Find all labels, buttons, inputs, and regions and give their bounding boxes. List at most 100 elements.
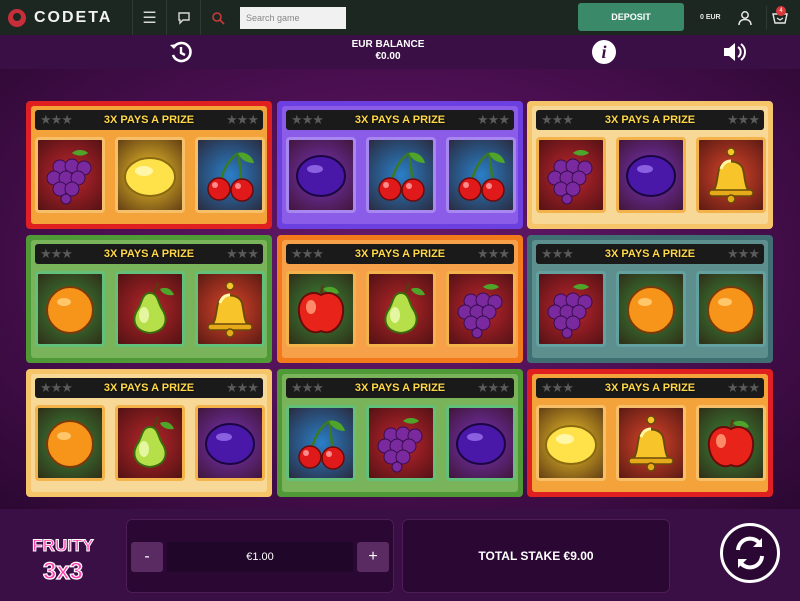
bell-icon: [200, 279, 260, 339]
menu-icon[interactable]: ☰: [132, 0, 166, 35]
prize-banner-text: 3X PAYS A PRIZE: [103, 114, 195, 126]
grapes-icon: [541, 279, 601, 339]
symbol-cell[interactable]: [446, 137, 516, 213]
scratch-card-4: ★★★ 3X PAYS A PRIZE ★★★: [26, 235, 272, 363]
symbol-cell[interactable]: [286, 137, 356, 213]
symbol-cell[interactable]: [35, 137, 105, 213]
prize-banner-text: 3X PAYS A PRIZE: [604, 382, 696, 394]
grapes-icon: [451, 279, 511, 339]
symbol-cell[interactable]: [35, 405, 105, 481]
account-balance: 0 EUR: [700, 14, 721, 21]
spin-button[interactable]: [720, 523, 780, 583]
prize-banner: ★★★ 3X PAYS A PRIZE ★★★: [286, 378, 514, 398]
symbol-cell[interactable]: [195, 405, 265, 481]
symbol-cell[interactable]: [115, 271, 185, 347]
scratch-card-7: ★★★ 3X PAYS A PRIZE ★★★: [26, 369, 272, 497]
prize-banner-text: 3X PAYS A PRIZE: [103, 248, 195, 260]
symbol-cell[interactable]: [696, 137, 766, 213]
search-input[interactable]: [240, 6, 346, 29]
scratch-card-5: ★★★ 3X PAYS A PRIZE ★★★: [277, 235, 523, 363]
game-logo-line1: FRUITY: [32, 536, 94, 555]
prize-banner: ★★★ 3X PAYS A PRIZE ★★★: [536, 244, 764, 264]
stars-right-icon: ★★★: [226, 380, 259, 395]
stake-value: €1.00: [167, 542, 353, 572]
apple-icon: [291, 279, 351, 339]
brand-name: CODETA: [34, 8, 113, 26]
cherries-icon: [200, 145, 260, 205]
game-logo: FRUITY 3x3: [22, 525, 104, 589]
spin-icon: [736, 536, 764, 570]
balance-display: EUR BALANCE €0.00: [0, 39, 776, 63]
prize-banner-text: 3X PAYS A PRIZE: [604, 248, 696, 260]
prize-banner: ★★★ 3X PAYS A PRIZE ★★★: [286, 110, 514, 130]
increase-stake-button[interactable]: +: [357, 542, 389, 572]
cherries-icon: [371, 145, 431, 205]
symbol-cell[interactable]: [286, 271, 356, 347]
deposit-button[interactable]: DEPOSIT: [578, 3, 684, 31]
decrease-stake-button[interactable]: -: [131, 542, 163, 572]
stars-right-icon: ★★★: [727, 246, 760, 261]
stars-left-icon: ★★★: [40, 246, 73, 261]
symbol-cell[interactable]: [446, 271, 516, 347]
balance-value: €0.00: [375, 51, 401, 62]
symbol-cell[interactable]: [536, 137, 606, 213]
symbol-cell[interactable]: [115, 137, 185, 213]
orange-icon: [621, 279, 681, 339]
stars-left-icon: ★★★: [541, 112, 574, 127]
symbol-cell[interactable]: [616, 405, 686, 481]
card-panel: ★★★ 3X PAYS A PRIZE ★★★: [282, 106, 518, 224]
card-panel: ★★★ 3X PAYS A PRIZE ★★★: [282, 240, 518, 358]
symbol-cell[interactable]: [536, 271, 606, 347]
prize-banner: ★★★ 3X PAYS A PRIZE ★★★: [536, 378, 764, 398]
sound-icon[interactable]: [722, 40, 748, 64]
pear-icon: [120, 413, 180, 473]
prize-banner: ★★★ 3X PAYS A PRIZE ★★★: [286, 244, 514, 264]
lemon-icon: [120, 145, 180, 205]
symbol-cell[interactable]: [366, 271, 436, 347]
control-bar: FRUITY 3x3 - €1.00 + TOTAL STAKE €9.00: [0, 509, 800, 601]
symbol-cell[interactable]: [195, 137, 265, 213]
bell-icon: [621, 413, 681, 473]
site-logo[interactable]: CODETA: [0, 0, 132, 35]
scratch-card-1: ★★★ 3X PAYS A PRIZE ★★★: [26, 101, 272, 229]
plum-icon: [291, 145, 351, 205]
scratch-card-9: ★★★ 3X PAYS A PRIZE ★★★: [527, 369, 773, 497]
cart-icon[interactable]: 4: [766, 6, 792, 30]
cherries-icon: [451, 145, 511, 205]
symbol-cell[interactable]: [115, 405, 185, 481]
plum-icon: [200, 413, 260, 473]
stars-left-icon: ★★★: [541, 246, 574, 261]
search-icon[interactable]: [200, 0, 234, 35]
symbol-cell[interactable]: [366, 405, 436, 481]
stars-left-icon: ★★★: [541, 380, 574, 395]
symbol-cell[interactable]: [616, 137, 686, 213]
symbol-cell[interactable]: [536, 405, 606, 481]
user-icon[interactable]: [734, 7, 756, 29]
symbol-cell[interactable]: [366, 137, 436, 213]
game-header: EUR BALANCE €0.00 i: [0, 35, 800, 69]
plum-icon: [621, 145, 681, 205]
symbol-cell[interactable]: [35, 271, 105, 347]
symbol-cell[interactable]: [286, 405, 356, 481]
card-panel: ★★★ 3X PAYS A PRIZE ★★★: [532, 106, 768, 224]
cherries-icon: [291, 413, 351, 473]
scratch-card-8: ★★★ 3X PAYS A PRIZE ★★★: [277, 369, 523, 497]
prize-banner-text: 3X PAYS A PRIZE: [604, 114, 696, 126]
pear-icon: [120, 279, 180, 339]
grapes-icon: [371, 413, 431, 473]
game-logo-line2: 3x3: [43, 558, 83, 585]
bell-icon: [701, 145, 761, 205]
prize-banner: ★★★ 3X PAYS A PRIZE ★★★: [536, 110, 764, 130]
symbol-cell[interactable]: [616, 271, 686, 347]
symbol-cell[interactable]: [195, 271, 265, 347]
orange-icon: [40, 279, 100, 339]
card-panel: ★★★ 3X PAYS A PRIZE ★★★: [532, 374, 768, 492]
info-icon[interactable]: i: [592, 40, 616, 64]
symbol-cell[interactable]: [696, 405, 766, 481]
symbol-cell[interactable]: [446, 405, 516, 481]
cart-badge: 4: [776, 6, 786, 16]
total-stake: TOTAL STAKE €9.00: [402, 519, 670, 593]
chat-icon[interactable]: [166, 0, 200, 35]
symbol-cell[interactable]: [696, 271, 766, 347]
history-icon[interactable]: [168, 39, 194, 65]
